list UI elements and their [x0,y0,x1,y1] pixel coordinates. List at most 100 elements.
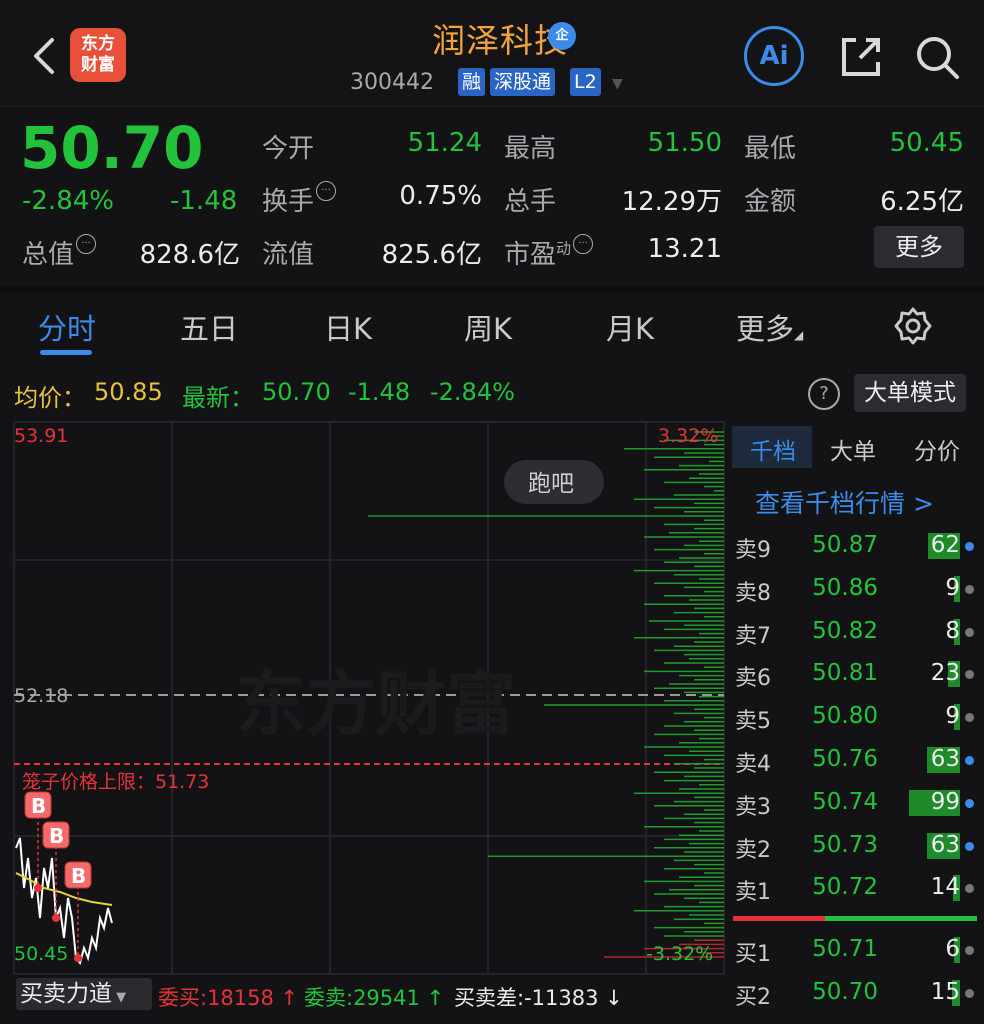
market-cap-value: 828.6亿 [139,240,240,270]
enterprise-badge: 企 [548,22,576,50]
bid-level-volume: 15 [930,979,960,1005]
back-arrow-icon[interactable] [30,36,60,76]
tab-intraday[interactable]: 分时 [38,306,96,348]
avg-price-value: 50.85 [94,378,163,406]
status-dot-icon [965,841,974,851]
ask-level-price: 50.82 [812,617,878,644]
high-value: 51.50 [647,128,722,158]
pe-value: 13.21 [647,234,722,264]
indicator-select[interactable]: 买卖力道 ▼ [16,978,152,1010]
ask-level-label: 卖8 [735,580,771,606]
low-label: 最低 [744,134,797,164]
dropdown-triangle-icon[interactable]: ▼ [612,76,623,92]
change-percent: -2.84% [22,186,114,216]
status-dot-icon [965,670,974,680]
ask-level-price: 50.80 [812,703,878,730]
buy-marker-b: B [31,794,46,818]
active-tab-indicator [40,350,92,355]
float-cap-value: 825.6亿 [381,240,482,270]
ask-level-label: 卖3 [735,794,771,820]
price-cage-limit-label: 笼子价格上限：51.73 [22,771,209,793]
open-value: 51.24 [407,128,482,158]
ask-level-volume: 99 [930,788,960,815]
buy-marker-b: B [49,824,64,848]
orderbook-tab-big-orders[interactable]: 大单 [830,432,876,466]
bid-level-price: 50.70 [812,979,878,1005]
pct-axis-top-label: 3.32% [658,425,718,447]
orderbook-tab-depth[interactable]: 千档 [750,432,796,466]
gear-icon[interactable] [893,306,933,346]
status-dot-icon [965,713,974,723]
bid-level-price: 50.71 [812,936,878,962]
search-icon[interactable] [912,32,962,82]
status-dot-icon [965,989,974,998]
level2-tag: L2 [570,68,601,96]
ask-level-price: 50.76 [812,746,878,772]
pct-axis-bottom-label: -3.32% [646,943,713,965]
ask-level-volume: 9 [945,574,960,601]
amount-label: 金额 [744,187,797,217]
orderbook-ratio-bar-buy [825,916,977,921]
guba-bubble-label[interactable]: 跑吧 [528,471,574,497]
big-order-mode-button[interactable]: 大单模式 [854,374,966,412]
watermark: 东方财富 [236,663,516,745]
status-dot-icon [965,798,974,808]
turnover-value: 0.75% [399,181,482,211]
help-icon[interactable]: ? [808,378,840,410]
ask-level-volume: 62 [930,532,960,558]
ask-level-price: 50.73 [812,831,878,858]
ask-level-label: 卖4 [735,752,771,777]
ask-level-label: 卖2 [735,837,771,863]
latest-price-label: 最新： [182,384,254,412]
intraday-chart[interactable]: 东方财富 B B B 53.91 52.18 50.45 3.32% -3.32… [0,418,728,978]
stock-name: 润泽科技 [432,21,568,60]
entrust-sell: 委卖:29541 ↑ [304,986,445,1010]
latest-change: -1.48 [348,378,411,406]
ask-level-volume: 9 [945,703,960,730]
ask-level-price: 50.72 [812,874,878,901]
ask-level-volume: 63 [930,746,960,772]
margin-tag: 融 [458,68,486,96]
share-icon[interactable] [836,32,886,82]
bid-level-volume: 6 [945,936,960,962]
info-icon[interactable]: ··· [76,234,97,254]
buy-sell-diff: 买卖差:-11383 ↓ [454,986,623,1010]
buy-markers: B B B [24,791,92,962]
tab-weekly-k[interactable]: 周K [464,306,512,348]
tab-five-day[interactable]: 五日 [180,306,238,348]
ask-level-volume: 63 [930,831,960,858]
current-price: 50.70 [20,114,204,182]
ask-level-volume: 8 [945,617,960,644]
info-icon[interactable]: ··· [316,181,337,201]
y-axis-mid-label: 52.18 [14,685,68,707]
bid-level-label: 买1 [735,942,771,967]
more-fields-button[interactable]: 更多 [874,226,964,268]
total-volume-value: 12.29万 [621,187,722,217]
shenzhen-connect-tag: 深股通 [490,68,556,96]
avg-price-label: 均价： [14,384,86,412]
total-volume-label: 总手 [504,187,557,217]
latest-price-value: 50.70 [262,378,331,406]
status-dot-icon [965,756,974,765]
ask-level-price: 50.74 [812,788,878,815]
tab-monthly-k[interactable]: 月K [606,306,654,348]
info-icon[interactable]: ··· [573,234,594,254]
orderbook-tab-price-dist[interactable]: 分价 [914,432,960,466]
ask-level-label: 卖5 [735,709,771,735]
orderbook-ratio-bar-sell [733,916,825,921]
ask-level-label: 卖6 [735,666,771,692]
open-label: 今开 [262,134,315,164]
tab-more[interactable]: 更多◢ [736,306,803,348]
view-depth-link[interactable]: 查看千档行情 > [755,484,934,520]
status-dot-icon [965,542,974,551]
status-dot-icon [965,627,974,637]
ai-assistant-button[interactable]: Ai [744,26,804,86]
status-dot-icon [965,946,974,955]
entrust-buy: 委买:18158 ↑ [158,986,299,1010]
turnover-label: 换手 ··· [262,181,337,218]
ask-level-price: 50.87 [812,532,878,558]
section-divider [0,286,984,292]
tab-daily-k[interactable]: 日K [324,306,372,348]
status-dot-icon [965,584,974,594]
ask-level-label: 卖7 [735,623,771,649]
